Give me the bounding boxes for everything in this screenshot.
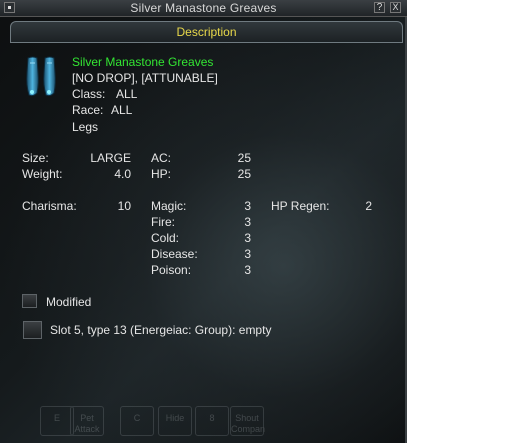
ac-value: 25 xyxy=(237,151,251,165)
help-button[interactable]: ? xyxy=(374,2,385,13)
hp-value: 25 xyxy=(237,167,251,181)
race-value: ALL xyxy=(111,103,133,117)
hp-label: HP: xyxy=(151,167,172,181)
greaves-icon xyxy=(24,55,64,99)
window-title: Silver Manastone Greaves xyxy=(130,1,277,15)
augment-slot-label: Slot 5, type 13 (Energeiac: Group): empt… xyxy=(50,323,272,337)
hp-regen-label: HP Regen: xyxy=(271,199,330,213)
disease-label: Disease: xyxy=(151,247,198,261)
class-value: ALL xyxy=(116,87,138,101)
charisma-value: 10 xyxy=(117,199,131,213)
ac-label: AC: xyxy=(151,151,172,165)
hotbar-button: 8 xyxy=(195,406,229,436)
modified-label: Modified xyxy=(46,295,92,309)
size-label: Size: xyxy=(22,151,49,165)
item-flags: [NO DROP], [ATTUNABLE] xyxy=(72,71,218,85)
background-hotbar: E Pet Attack C Hide 8 Shout Compan xyxy=(40,406,400,443)
charisma-label: Charisma: xyxy=(22,199,77,213)
fire-value: 3 xyxy=(244,215,251,229)
hotbar-button: Pet Attack xyxy=(70,406,104,436)
item-display-window: Silver Manastone Greaves ? X Description… xyxy=(0,0,407,443)
disease-value: 3 xyxy=(244,247,251,261)
hotbar-button: C xyxy=(120,406,154,436)
race-label: Race: xyxy=(72,103,104,117)
modified-checkbox[interactable] xyxy=(22,294,37,308)
cold-value: 3 xyxy=(244,231,251,245)
tab-description-label: Description xyxy=(176,25,237,39)
tab-divider xyxy=(10,42,403,43)
hotbar-button: E xyxy=(40,406,74,436)
cold-label: Cold: xyxy=(151,231,180,245)
item-slot: Legs xyxy=(72,120,99,134)
tab-description[interactable]: Description xyxy=(10,21,403,43)
poison-value: 3 xyxy=(244,263,251,277)
title-bar[interactable]: Silver Manastone Greaves ? X xyxy=(0,0,407,17)
hotbar-button: Hide xyxy=(158,406,192,436)
fire-label: Fire: xyxy=(151,215,175,229)
hp-regen-value: 2 xyxy=(365,199,372,213)
close-button[interactable]: X xyxy=(390,2,401,13)
item-name: Silver Manastone Greaves xyxy=(72,55,214,69)
poison-label: Poison: xyxy=(151,263,192,277)
class-label: Class: xyxy=(72,87,106,101)
augment-slot-button[interactable] xyxy=(23,321,42,339)
size-value: LARGE xyxy=(90,151,131,165)
hotbar-button: Shout Compan xyxy=(230,406,265,436)
magic-value: 3 xyxy=(244,199,251,213)
weight-label: Weight: xyxy=(22,167,63,181)
magic-label: Magic: xyxy=(151,199,187,213)
weight-value: 4.0 xyxy=(114,167,131,181)
